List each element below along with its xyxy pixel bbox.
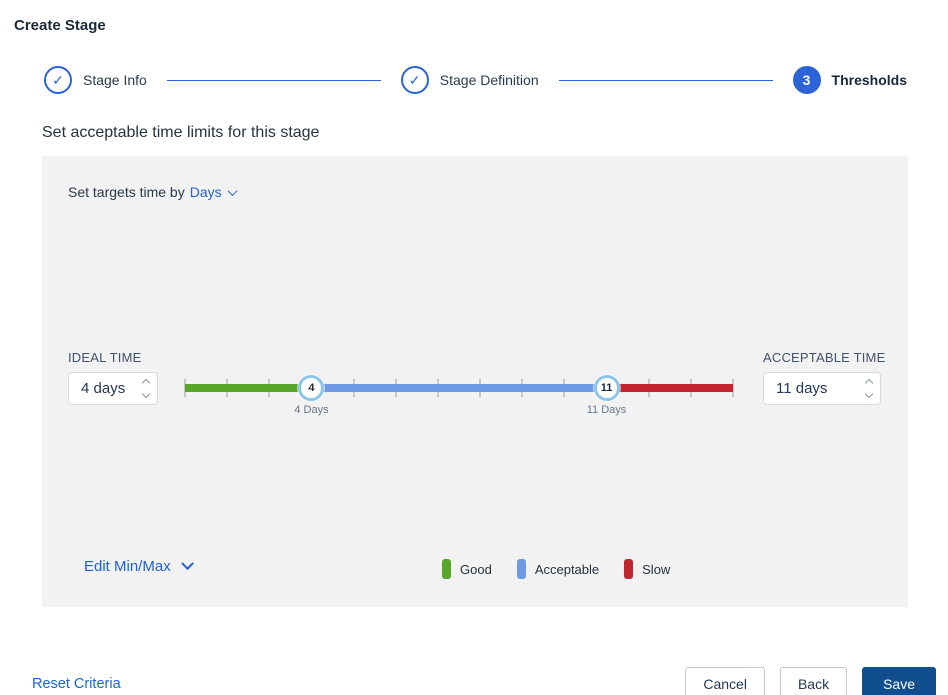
ideal-time-label: IDEAL TIME (68, 350, 142, 365)
set-targets-label: Set targets time by (68, 184, 185, 200)
step-thresholds[interactable]: 3 Thresholds (793, 66, 907, 94)
acceptable-swatch (517, 559, 526, 579)
time-range-slider: 4 11 4 Days 11 Days (185, 358, 733, 422)
chevron-down-icon (181, 557, 194, 570)
slider-segment-acceptable (311, 384, 606, 392)
stepper-connector (559, 80, 773, 81)
targets-unit-value: Days (190, 184, 222, 200)
legend-item-acceptable: Acceptable (517, 559, 599, 579)
spinner-down-icon[interactable] (865, 390, 873, 398)
set-targets-row: Set targets time by Days (68, 184, 236, 200)
spinner-controls (866, 380, 872, 397)
slider-segment-slow (607, 384, 733, 392)
slider-handle-acceptable[interactable]: 11 (594, 375, 620, 401)
spinner-down-icon[interactable] (142, 390, 150, 398)
step-complete-check-icon: ✓ (44, 66, 72, 94)
slider-handle-label: 11 Days (587, 404, 627, 416)
spinner-up-icon[interactable] (865, 379, 873, 387)
step-label: Stage Info (83, 72, 147, 88)
thresholds-panel: Set targets time by Days IDEAL TIME 4 11… (42, 156, 908, 607)
step-complete-check-icon: ✓ (401, 66, 429, 94)
stepper-connector (167, 80, 381, 81)
spinner-controls (143, 380, 149, 397)
edit-minmax-link[interactable]: Edit Min/Max (84, 558, 192, 575)
acceptable-time-input[interactable] (776, 380, 860, 397)
ideal-time-input[interactable] (81, 380, 137, 397)
page-title: Create Stage (14, 17, 948, 34)
legend: Good Acceptable Slow (442, 559, 670, 579)
targets-unit-dropdown[interactable]: Days (190, 184, 236, 200)
spinner-up-icon[interactable] (142, 379, 150, 387)
reset-criteria-link[interactable]: Reset Criteria (32, 676, 121, 692)
slider-handle-label: 4 Days (294, 404, 328, 416)
cancel-button[interactable]: Cancel (685, 667, 765, 695)
legend-item-good: Good (442, 559, 492, 579)
section-heading: Set acceptable time limits for this stag… (42, 124, 948, 142)
slider-handle-ideal[interactable]: 4 (298, 375, 324, 401)
step-stage-definition[interactable]: ✓ Stage Definition (401, 66, 539, 94)
legend-label: Acceptable (535, 562, 599, 577)
legend-label: Slow (642, 562, 670, 577)
step-number-badge: 3 (793, 66, 821, 94)
acceptable-time-stepper[interactable] (763, 372, 881, 405)
ideal-time-stepper[interactable] (68, 372, 158, 405)
chevron-down-icon (227, 186, 237, 196)
save-button[interactable]: Save (862, 667, 936, 695)
acceptable-time-label: ACCEPTABLE TIME (763, 350, 885, 365)
step-label: Thresholds (832, 72, 907, 88)
edit-minmax-label: Edit Min/Max (84, 558, 171, 575)
step-label: Stage Definition (440, 72, 539, 88)
slider-segment-good (185, 384, 311, 392)
good-swatch (442, 559, 451, 579)
stepper: ✓ Stage Info ✓ Stage Definition 3 Thresh… (44, 66, 907, 94)
step-stage-info[interactable]: ✓ Stage Info (44, 66, 147, 94)
footer-buttons: Cancel Back Save (685, 667, 936, 695)
slow-swatch (624, 559, 633, 579)
legend-item-slow: Slow (624, 559, 670, 579)
legend-label: Good (460, 562, 492, 577)
back-button[interactable]: Back (780, 667, 847, 695)
